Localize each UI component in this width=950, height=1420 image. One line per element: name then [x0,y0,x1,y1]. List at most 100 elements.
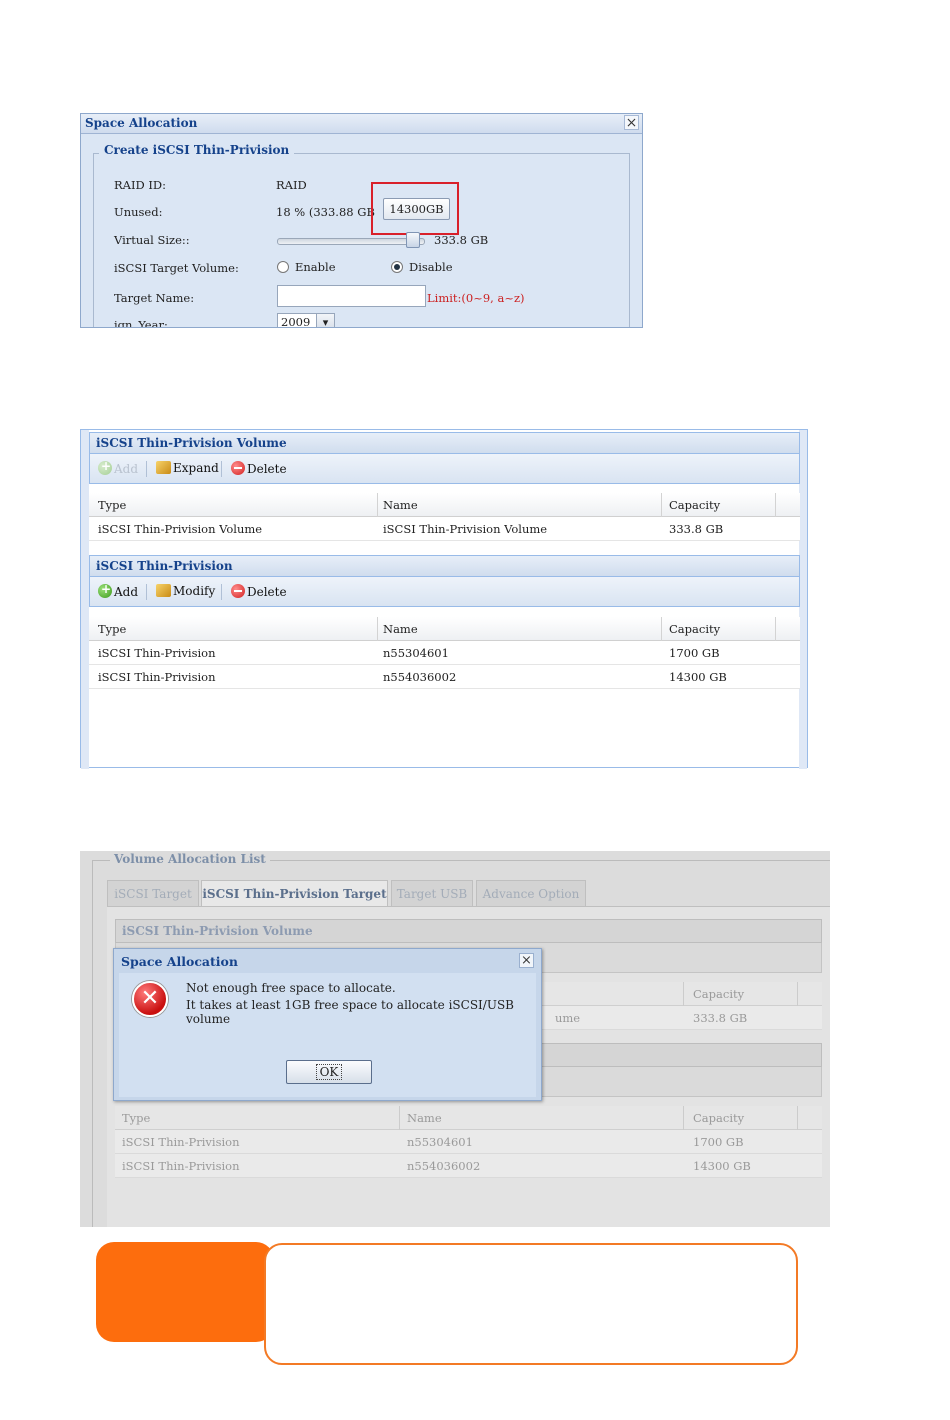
raid-id-label: RAID ID: [114,178,167,192]
col-capacity[interactable]: Capacity [693,1111,744,1125]
delete-button[interactable]: Delete [231,584,287,599]
limit-hint: Limit:(0~9, a~z) [427,291,525,305]
panel-edge [81,430,89,769]
ok-button[interactable]: OK [286,1060,372,1084]
col-type[interactable]: Type [98,498,126,512]
table-row[interactable]: iSCSI Thin-Privision n554036002 14300 GB [115,1154,822,1178]
cell-capacity: 14300 GB [693,1159,751,1173]
target-toolbar: Add Modify Delete [89,577,800,607]
column-divider [775,493,776,517]
col-capacity[interactable]: Capacity [669,622,720,636]
fieldset-legend: Volume Allocation List [110,852,270,866]
enable-radio[interactable] [277,261,289,273]
col-name[interactable]: Name [407,1111,442,1125]
tab-target-usb[interactable]: Target USB [391,880,473,907]
cell-type: iSCSI Thin-Privision Volume [98,522,263,536]
cell-name: n55304601 [407,1135,473,1149]
column-divider [377,493,378,517]
volume-column-header: Type Name Capacity [89,493,800,517]
col-name[interactable]: Name [383,498,418,512]
toolbar-separator [146,461,147,477]
dialog-title: Space Allocation [121,954,238,969]
delete-label: Delete [247,585,287,599]
target-name-input[interactable] [277,285,426,307]
thin-privision-grid-panel: iSCSI Thin-Privision Volume Add Expand D… [80,429,808,769]
modify-button[interactable]: Modify [156,584,215,598]
col-name[interactable]: Name [383,622,418,636]
col-capacity[interactable]: Capacity [669,498,720,512]
toolbar-separator [221,584,222,600]
chevron-down-icon[interactable]: ▾ [316,314,334,327]
modify-icon [156,584,171,597]
tab-thin-privision-target[interactable]: iSCSI Thin-Privision Target [201,880,388,907]
cell-capacity: 1700 GB [693,1135,744,1149]
virtual-size-label: Virtual Size:: [114,233,190,247]
unused-label: Unused: [114,205,163,219]
iqn-year-label: iqn_Year: [114,318,168,328]
window-title: Space Allocation [85,116,198,130]
cell-type: iSCSI Thin-Privision [122,1159,240,1173]
cell-type: iSCSI Thin-Privision [98,670,216,684]
table-row[interactable]: iSCSI Thin-Privision Volume iSCSI Thin-P… [89,517,800,541]
column-divider [775,617,776,641]
expand-label: Expand [173,461,219,475]
expand-icon [156,461,171,474]
fieldset-legend: Create iSCSI Thin-Privision [99,143,295,157]
cell-capacity: 333.8 GB [669,522,724,536]
col-type[interactable]: Type [122,1111,150,1125]
iqn-year-select[interactable]: 2009 ▾ [277,313,335,328]
error-dialog: Space Allocation × ✕ Not enough free spa… [113,948,542,1101]
cell-name: iSCSI Thin-Privision Volume [383,522,548,536]
error-icon: ✕ [132,981,168,1017]
col-capacity[interactable]: Capacity [693,987,744,1001]
volume-toolbar: Add Expand Delete [89,454,800,484]
modify-label: Modify [173,584,216,598]
tab-iscsi-target[interactable]: iSCSI Target [107,880,199,907]
target-column-header: Type Name Capacity [115,1106,822,1130]
column-divider [399,1106,400,1130]
add-button[interactable]: Add [98,582,139,599]
close-icon[interactable]: × [624,115,639,131]
add-button[interactable]: Add [98,459,138,476]
cell-name: ume [555,1011,581,1025]
expand-button[interactable]: Expand [156,461,219,475]
delete-icon [231,584,245,598]
delete-icon [231,461,245,475]
enable-radio-label: Enable [295,260,336,274]
cell-name: n55304601 [383,646,449,660]
add-label: Add [114,585,139,599]
close-icon[interactable]: × [519,953,534,968]
unused-value: 18 % (333.88 GB [276,205,375,219]
column-divider [683,1106,684,1130]
table-row[interactable]: iSCSI Thin-Privision n55304601 1700 GB [115,1130,822,1154]
add-icon [98,582,112,598]
target-column-header: Type Name Capacity [89,617,800,641]
panel-edge [799,430,807,769]
tab-advance-option[interactable]: Advance Option [476,880,586,907]
cell-type: iSCSI Thin-Privision [98,646,216,660]
raid-id-value: RAID [276,178,307,192]
slider-thumb[interactable] [405,232,420,248]
volume-section-header: iSCSI Thin-Privision Volume [115,919,822,943]
add-icon [98,459,112,475]
ok-label: OK [315,1064,343,1080]
column-divider [661,617,662,641]
dialog-message-line2: It takes at least 1GB free space to allo… [186,998,514,1026]
col-type[interactable]: Type [98,622,126,636]
highlight-box [371,182,459,235]
table-row[interactable]: iSCSI Thin-Privision n55304601 1700 GB [89,641,800,665]
table-row[interactable]: iSCSI Thin-Privision n554036002 14300 GB [89,665,800,689]
virtual-size-value: 333.8 GB [434,233,489,247]
column-divider [377,617,378,641]
delete-button[interactable]: Delete [231,461,287,476]
window-titlebar: Space Allocation × [81,114,642,134]
target-volume-label: iSCSI Target Volume: [114,261,239,275]
cell-name: n554036002 [407,1159,481,1173]
disable-radio[interactable] [391,261,403,273]
cell-name: n554036002 [383,670,457,684]
space-allocation-window: Space Allocation × Create iSCSI Thin-Pri… [80,113,643,328]
year-value: 2009 [281,315,311,328]
dialog-message-line1: Not enough free space to allocate. [186,981,396,995]
column-divider [683,982,684,1006]
virtual-size-slider[interactable] [277,238,425,245]
